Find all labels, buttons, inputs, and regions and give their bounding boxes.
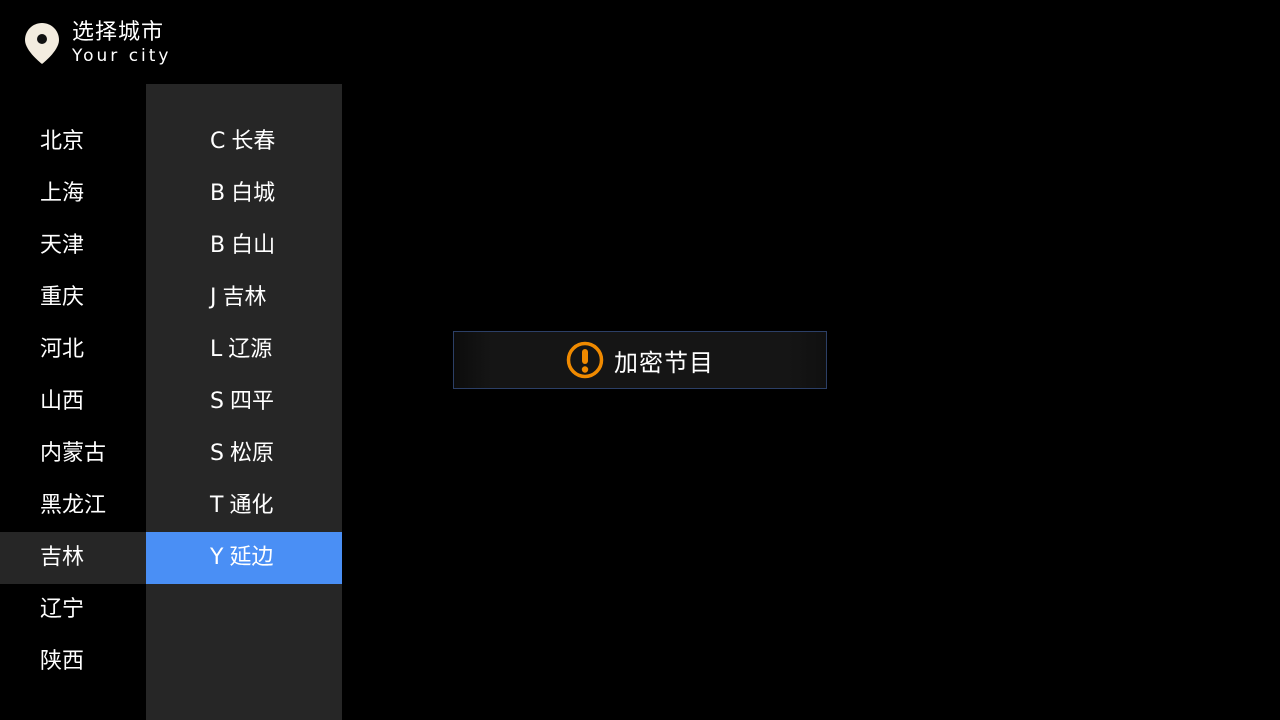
city-name: 长春 [231,129,276,154]
province-item-chongqing[interactable]: 重庆 [0,272,146,324]
city-panel: C 长春 B 白城 B 白山 J 吉林 L 辽源 S 四平 S 松原 T 通化 Y 延边 [146,84,342,720]
notice-text: 加密节目 [614,348,714,377]
city-item-jilin[interactable]: J 吉林 [146,272,342,324]
city-index-letter: B [210,233,226,258]
city-name: 延边 [229,545,274,570]
province-item-beijing[interactable]: 北京 [0,116,146,168]
province-item-tianjin[interactable]: 天津 [0,220,146,272]
city-item-songyuan[interactable]: S 松原 [146,428,342,480]
city-index-letter: S [210,441,224,466]
province-list: 北京 上海 天津 重庆 河北 山西 内蒙古 黑龙江 吉林 辽宁 陕西 [0,116,146,688]
province-item-shanghai[interactable]: 上海 [0,168,146,220]
province-item-shaanxi[interactable]: 陕西 [0,636,146,688]
city-name: 白城 [231,181,276,206]
city-item-yanbian[interactable]: Y 延边 [146,532,342,584]
province-item-hebei[interactable]: 河北 [0,324,146,376]
page-subtitle: Your city [72,46,172,66]
city-item-tonghua[interactable]: T 通化 [146,480,342,532]
city-name: 吉林 [222,285,267,310]
city-index-letter: C [210,129,226,154]
header-text: 选择城市 Your city [72,20,172,66]
city-item-siping[interactable]: S 四平 [146,376,342,428]
province-item-heilongjiang[interactable]: 黑龙江 [0,480,146,532]
city-index-letter: T [210,493,224,518]
province-item-shanxi[interactable]: 山西 [0,376,146,428]
encrypted-program-notice: 加密节目 [453,331,827,389]
warning-icon [566,341,604,379]
city-list: C 长春 B 白城 B 白山 J 吉林 L 辽源 S 四平 S 松原 T 通化 Y 延边 [146,116,342,584]
city-item-changchun[interactable]: C 长春 [146,116,342,168]
city-name: 四平 [229,389,274,414]
city-index-letter: Y [210,545,224,570]
province-item-liaoning[interactable]: 辽宁 [0,584,146,636]
city-index-letter: L [210,337,223,362]
province-item-neimenggu[interactable]: 内蒙古 [0,428,146,480]
city-item-baicheng[interactable]: B 白城 [146,168,342,220]
city-item-liaoyuan[interactable]: L 辽源 [146,324,342,376]
page-title: 选择城市 [72,20,165,45]
province-item-jilin[interactable]: 吉林 [0,532,146,584]
city-item-baishan[interactable]: B 白山 [146,220,342,272]
city-name: 辽源 [228,337,273,362]
city-index-letter: J [210,285,217,310]
city-name: 松原 [229,441,274,466]
city-name: 通化 [229,493,274,518]
city-name: 白山 [231,233,276,258]
city-index-letter: B [210,181,226,206]
header: 选择城市 Your city [24,20,172,68]
location-pin-icon [25,23,59,64]
city-index-letter: S [210,389,224,414]
